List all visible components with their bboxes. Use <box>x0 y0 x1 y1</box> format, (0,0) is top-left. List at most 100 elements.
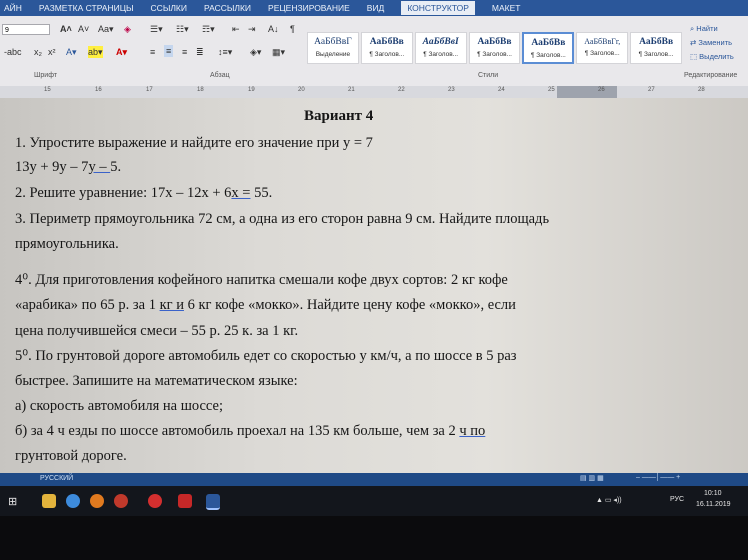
shrink-font-icon[interactable]: A˅ <box>78 23 89 35</box>
style-name: ¶ Заголов... <box>423 51 459 58</box>
tab-view[interactable]: ВИД <box>367 3 385 13</box>
style-preview: АаБбВвГг, <box>584 37 621 46</box>
strikethrough-icon[interactable]: -abc <box>4 46 22 58</box>
task-5b-line-2: грунтовой дороге. <box>15 448 127 464</box>
style-tile[interactable]: АаБбВв ¶ Заголов... <box>360 32 413 64</box>
subscript-icon[interactable]: x₂ <box>34 46 42 58</box>
tab-home[interactable]: АЙН <box>4 3 22 13</box>
clock-time[interactable]: 10:10 <box>704 490 722 497</box>
grow-font-icon[interactable]: A˄ <box>60 23 72 35</box>
style-name: ¶ Заголов... <box>584 50 620 57</box>
firefox-icon[interactable] <box>90 494 104 508</box>
borders-icon[interactable]: ▦▾ <box>272 46 285 58</box>
superscript-icon[interactable]: x² <box>48 46 56 58</box>
style-preview: АаБбВв <box>477 37 512 47</box>
style-preview: АаБбВв <box>369 37 404 47</box>
sort-icon[interactable]: A↓ <box>268 23 279 35</box>
ruler-tick: 19 <box>248 87 255 93</box>
ruler-tick: 21 <box>348 87 355 93</box>
equation-part: 55. <box>250 185 273 201</box>
pdf-icon[interactable] <box>178 494 192 508</box>
style-tile-selected[interactable]: АаБбВв ¶ Заголов... <box>522 32 575 64</box>
ruler-tick: 15 <box>44 87 51 93</box>
monitor-bezel <box>0 516 748 560</box>
zoom-slider[interactable]: – ——│—— + <box>636 474 680 481</box>
clear-format-icon[interactable]: ◈ <box>124 23 131 35</box>
browser-icon[interactable] <box>66 494 80 508</box>
align-center-icon[interactable]: ≡ <box>164 45 174 57</box>
document-page[interactable]: Вариант 4 1. Упростите выражение и найди… <box>0 98 748 473</box>
replace-label: Заменить <box>698 38 733 47</box>
style-preview: АаБбВв <box>639 37 674 47</box>
variant-title: Вариант 4 <box>304 108 374 124</box>
ruler-tick: 20 <box>298 87 305 93</box>
multilevel-list-icon[interactable]: ☶▾ <box>202 23 215 35</box>
replace-button[interactable]: ⇄ Заменить <box>690 36 734 50</box>
language-status[interactable]: РУССКИЙ <box>40 475 73 482</box>
text-effects-icon[interactable]: A▾ <box>66 46 77 58</box>
taskbar: ⊞ ▲ ▭ ◂)) РУС 10:10 16.11.2019 <box>0 486 748 516</box>
font-color-icon[interactable]: A▾ <box>116 46 127 58</box>
numbering-icon[interactable]: ☷▾ <box>176 23 189 35</box>
style-tile[interactable]: АаБбВвГ Выделение <box>307 32 359 64</box>
tab-mailings[interactable]: РАССЫЛКИ <box>204 3 251 13</box>
editing-group-label: Редактирование <box>684 72 738 79</box>
style-tile[interactable]: АаБбВв ¶ Заголов... <box>630 32 683 64</box>
keyboard-language[interactable]: РУС <box>670 496 684 503</box>
clock-date[interactable]: 16.11.2019 <box>696 501 731 508</box>
tab-layout[interactable]: МАКЕТ <box>492 3 521 13</box>
align-right-icon[interactable]: ≡ <box>182 46 187 58</box>
style-preview: АаБбВвІ <box>422 37 459 47</box>
style-preview: АаБбВвГ <box>314 37 352 47</box>
find-button[interactable]: ⌕ Найти <box>690 22 734 36</box>
text-part: б) за 4 ч езды по шоссе автомобиль проех… <box>15 423 460 439</box>
change-case-icon[interactable]: Aa▾ <box>98 23 114 35</box>
status-bar: РУССКИЙ ▤ ▥ ▦ – ——│—— + <box>0 473 748 486</box>
styles-group-label: Стили <box>478 72 499 79</box>
style-tile[interactable]: АаБбВвГг, ¶ Заголов... <box>576 32 629 64</box>
increase-indent-icon[interactable]: ⇥ <box>248 23 256 35</box>
bullets-icon[interactable]: ☰▾ <box>150 23 163 35</box>
justify-icon[interactable]: ≣ <box>196 46 204 58</box>
ruler-tick: 24 <box>498 87 505 93</box>
task-5-line-2: быстрее. Запишите на математическом язык… <box>15 373 298 389</box>
tab-references[interactable]: ССЫЛКИ <box>151 3 187 13</box>
paragraph-group-label: Абзац <box>210 72 230 79</box>
expression-part: 5. <box>110 159 122 175</box>
font-size-field[interactable]: 9 <box>2 24 50 35</box>
ribbon: 9 A˄ A˅ Aa▾ ◈ -abc x₂ x² A▾ ab▾ A▾ Шрифт… <box>0 16 748 87</box>
select-button[interactable]: ⬚ Выделить <box>690 50 734 64</box>
line-spacing-icon[interactable]: ↕≡▾ <box>218 46 232 58</box>
ruler[interactable]: 15 16 17 18 19 20 21 22 23 24 25 26 27 2… <box>0 86 748 98</box>
tab-review[interactable]: РЕЦЕНЗИРОВАНИЕ <box>268 3 350 13</box>
media-icon[interactable] <box>114 494 128 508</box>
ruler-tick: 17 <box>146 87 153 93</box>
find-label: Найти <box>696 24 718 33</box>
file-explorer-icon[interactable] <box>42 494 56 508</box>
grammar-flag[interactable]: ч по <box>459 423 485 439</box>
highlight-icon[interactable]: ab▾ <box>88 46 103 58</box>
decrease-indent-icon[interactable]: ⇤ <box>232 23 240 35</box>
word-icon[interactable] <box>206 494 220 510</box>
view-mode-icon[interactable]: ▤ ▥ ▦ <box>580 474 604 482</box>
grammar-flag[interactable]: x = <box>231 185 250 201</box>
grammar-flag[interactable]: кг и <box>160 297 184 313</box>
ribbon-tabs: АЙН РАЗМЕТКА СТРАНИЦЫ ССЫЛКИ РАССЫЛКИ РЕ… <box>0 0 748 16</box>
start-icon[interactable]: ⊞ <box>8 495 17 508</box>
tab-design[interactable]: КОНСТРУКТОР <box>401 1 475 15</box>
grammar-flag[interactable]: y – <box>88 159 110 175</box>
tab-page-layout[interactable]: РАЗМЕТКА СТРАНИЦЫ <box>39 3 134 13</box>
style-tile[interactable]: АаБбВвІ ¶ Заголов... <box>414 32 467 64</box>
ruler-tick: 22 <box>398 87 405 93</box>
tray-icons[interactable]: ▲ ▭ ◂)) <box>596 496 622 504</box>
align-left-icon[interactable]: ≡ <box>150 46 155 58</box>
ruler-margin-shade <box>557 86 617 98</box>
show-marks-icon[interactable]: ¶ <box>290 23 295 35</box>
text-part: «арабика» по 65 р. за 1 <box>15 297 160 313</box>
opera-icon[interactable] <box>148 494 162 508</box>
ruler-tick: 27 <box>648 87 655 93</box>
task-1-line: 1. Упростите выражение и найдите его зна… <box>15 135 373 151</box>
ruler-tick: 25 <box>548 87 555 93</box>
style-tile[interactable]: АаБбВв ¶ Заголов... <box>468 32 521 64</box>
shading-icon[interactable]: ◈▾ <box>250 46 261 58</box>
